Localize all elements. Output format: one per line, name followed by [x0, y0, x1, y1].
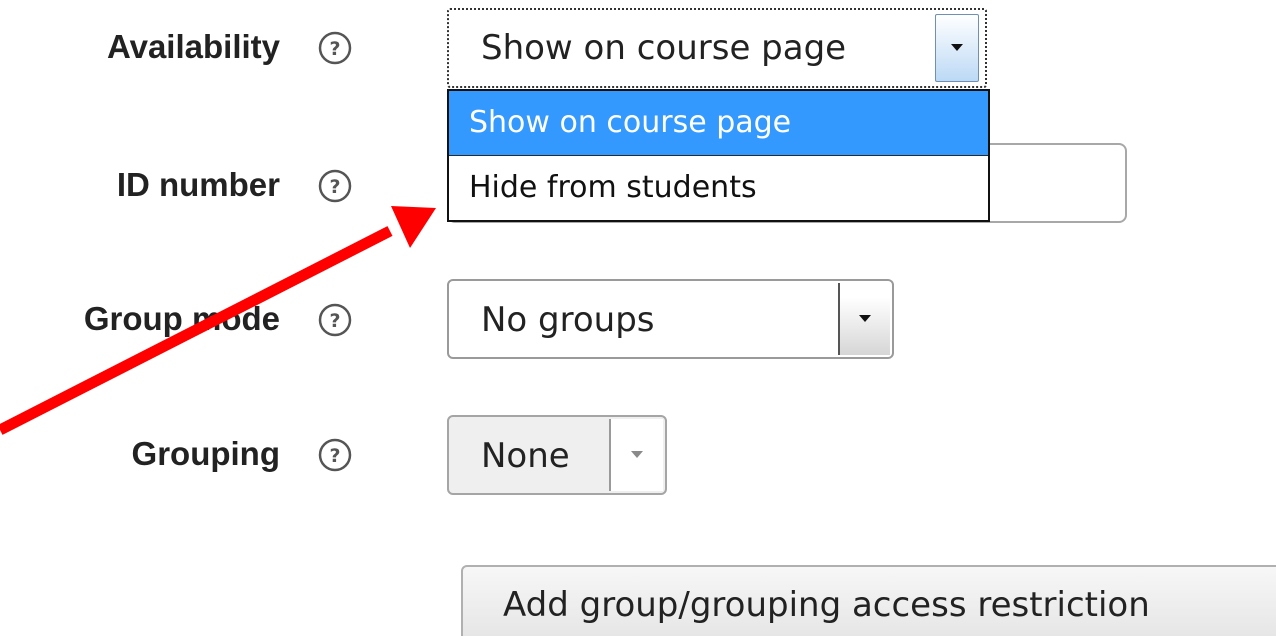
option-hide-from-students[interactable]: Hide from students [449, 155, 988, 219]
id-number-label: ID number [116, 166, 280, 203]
grouping-select[interactable]: None [447, 415, 667, 495]
activity-settings-form: Availability ? Show on course page ID nu… [0, 0, 1276, 636]
group-mode-label: Group mode [83, 300, 280, 337]
svg-text:?: ? [329, 310, 340, 332]
grouping-selected-value: None [481, 436, 570, 476]
availability-label: Availability [106, 28, 280, 65]
grouping-label: Grouping [131, 435, 280, 472]
group-mode-selected-value: No groups [481, 300, 655, 340]
group-mode-select[interactable]: No groups [447, 279, 894, 359]
option-show-on-course-page[interactable]: Show on course page [449, 91, 988, 155]
chevron-down-icon[interactable] [838, 283, 890, 355]
help-icon[interactable]: ? [315, 435, 355, 475]
help-icon[interactable]: ? [315, 166, 355, 206]
chevron-down-icon[interactable] [609, 419, 663, 491]
svg-text:?: ? [329, 445, 340, 467]
availability-selected-value: Show on course page [481, 28, 847, 68]
svg-text:?: ? [329, 176, 340, 198]
help-icon[interactable]: ? [315, 300, 355, 340]
help-icon[interactable]: ? [315, 28, 355, 68]
chevron-down-icon[interactable] [935, 14, 979, 82]
availability-dropdown-list: Show on course page Hide from students [447, 89, 990, 222]
arrow-head [391, 206, 436, 248]
availability-select[interactable]: Show on course page [447, 8, 987, 88]
svg-text:?: ? [329, 38, 340, 60]
add-group-grouping-access-restriction-button[interactable]: Add group/grouping access restriction [461, 565, 1276, 636]
